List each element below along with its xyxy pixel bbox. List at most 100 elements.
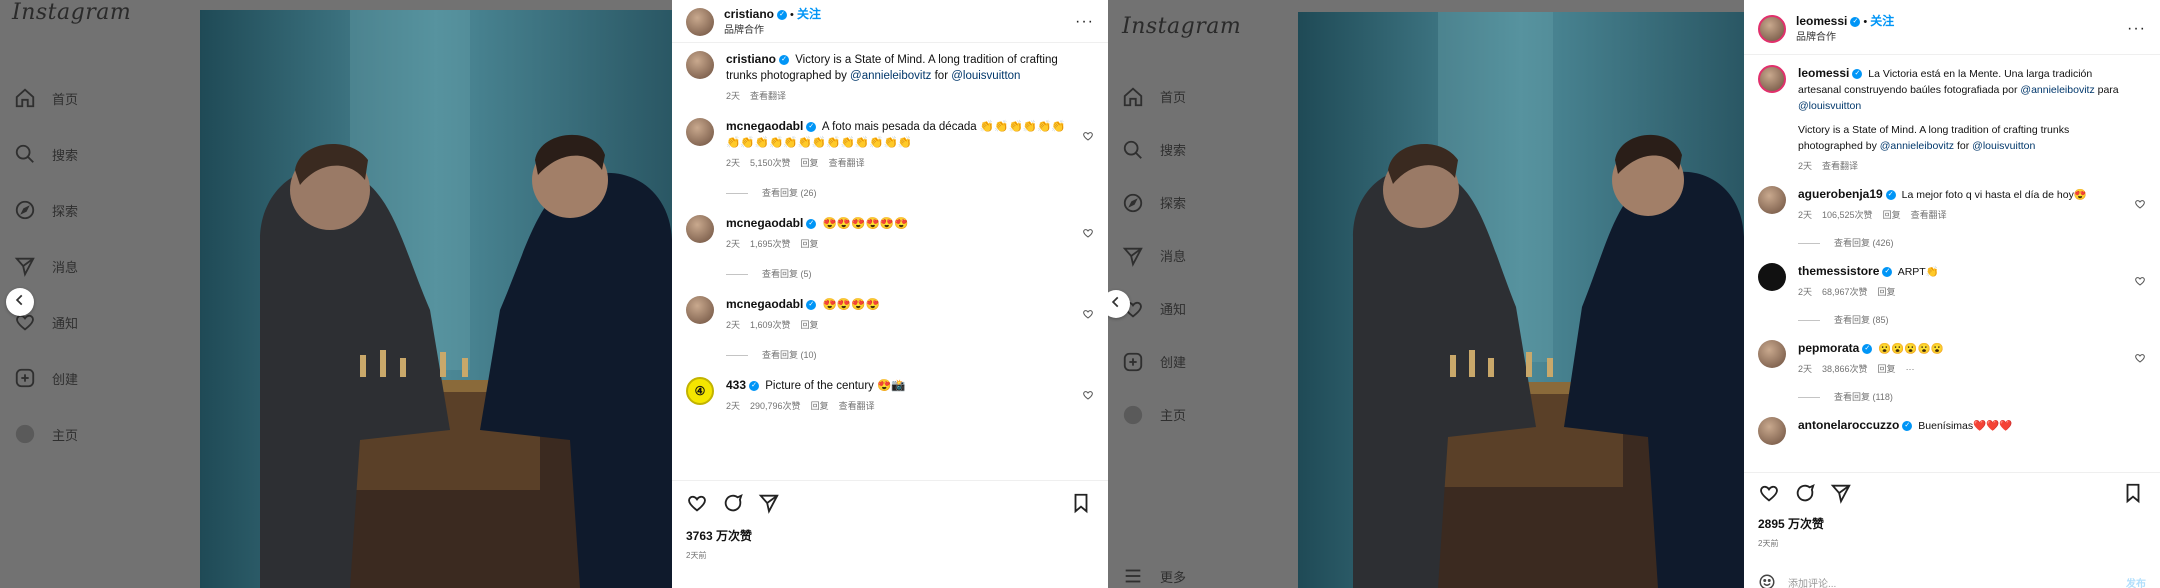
comment-icon[interactable]	[722, 492, 746, 516]
view-replies-button[interactable]: 查看回复 (5)	[726, 266, 1072, 282]
reply-link[interactable]: 回复	[801, 239, 819, 249]
avatar[interactable]	[686, 51, 714, 79]
like-count[interactable]: 3763 万次赞	[686, 527, 1094, 544]
instagram-logo[interactable]: Instagram	[1122, 14, 1241, 39]
comment-username[interactable]: pepmorata	[1798, 341, 1859, 355]
mention-link[interactable]: @annieleibovitz	[2020, 84, 2094, 96]
avatar[interactable]	[686, 118, 714, 146]
reply-link[interactable]: 回复	[1883, 210, 1901, 220]
mention-link[interactable]: @louisvuitton	[951, 70, 1020, 82]
verified-badge-icon: ✓	[749, 380, 760, 391]
post-image[interactable]	[1298, 12, 1744, 588]
post-date: 2天前	[686, 551, 707, 560]
mention-link[interactable]: @louisvuitton	[1972, 140, 2035, 152]
share-icon[interactable]	[1830, 482, 1854, 506]
comment-username[interactable]: mcnegaodabl	[726, 297, 803, 311]
emoji-icon[interactable]	[1758, 573, 1776, 588]
sidebar-item-home[interactable]: 首页	[1122, 70, 1186, 123]
comment-like-icon[interactable]	[2134, 198, 2146, 210]
bookmark-icon[interactable]	[1070, 492, 1094, 516]
caption-username[interactable]: leomessi	[1798, 66, 1849, 80]
comment-username[interactable]: aguerobenja19	[1798, 187, 1883, 201]
sidebar-item-search[interactable]: 搜索	[1122, 123, 1186, 176]
comment: ④ 433 ✓ Picture of the century 😍📸 2天 290,7…	[686, 377, 1094, 414]
comment-username[interactable]: mcnegaodabl	[726, 216, 803, 230]
like-icon[interactable]	[1758, 482, 1782, 506]
reply-link[interactable]: 回复	[811, 401, 829, 411]
view-replies-button[interactable]: 查看回复 (26)	[726, 185, 1072, 201]
comment-icon[interactable]	[1794, 482, 1818, 506]
sidebar-item-home[interactable]: 首页	[14, 70, 78, 126]
avatar[interactable]	[1758, 417, 1786, 445]
see-translation-link[interactable]: 查看翻译	[750, 91, 786, 101]
comment-username[interactable]: themessistore	[1798, 264, 1879, 278]
sidebar-item-create[interactable]: 创建	[14, 350, 78, 406]
more-options-icon[interactable]: ···	[1906, 364, 1915, 374]
mention-link[interactable]: @louisvuitton	[1798, 100, 1861, 112]
sidebar-item-profile[interactable]: 主页	[14, 406, 78, 462]
add-comment-bar: 添加评论... 发布	[1758, 573, 2146, 588]
instagram-logo[interactable]: Instagram	[12, 0, 131, 25]
avatar[interactable]	[1758, 186, 1786, 214]
comment-like-icon[interactable]	[2134, 275, 2146, 287]
avatar[interactable]	[686, 215, 714, 243]
see-translation-link[interactable]: 查看翻译	[1911, 210, 1947, 220]
comment-username[interactable]: antonelaroccuzzo	[1798, 418, 1899, 432]
share-icon[interactable]	[758, 492, 782, 516]
sidebar-item-messages[interactable]: 消息	[14, 238, 78, 294]
follow-button[interactable]: 关注	[797, 7, 821, 21]
avatar[interactable]	[1758, 65, 1786, 93]
see-translation-link[interactable]: 查看翻译	[1822, 161, 1858, 171]
comments-list: cristiano ✓ Victory is a State of Mind. A…	[672, 43, 1108, 436]
sidebar-item-messages[interactable]: 消息	[1122, 229, 1186, 282]
avatar[interactable]	[686, 296, 714, 324]
comment-like-icon[interactable]	[1082, 130, 1094, 142]
sidebar-item-label: 创建	[1160, 355, 1187, 370]
post-image[interactable]	[200, 10, 672, 588]
view-replies-button[interactable]: 查看回复 (118)	[1798, 389, 2124, 405]
comment-username[interactable]: mcnegaodabl	[726, 119, 803, 133]
post-username[interactable]: cristiano	[724, 7, 774, 21]
sidebar-item-explore[interactable]: 探索	[14, 182, 78, 238]
avatar[interactable]: ④	[686, 377, 714, 405]
avatar[interactable]	[1758, 340, 1786, 368]
reply-link[interactable]: 回复	[1878, 364, 1896, 374]
more-options-icon[interactable]: ···	[2127, 20, 2146, 38]
caption-username[interactable]: cristiano	[726, 52, 776, 66]
comment-username[interactable]: 433	[726, 378, 746, 392]
see-translation-link[interactable]: 查看翻译	[829, 158, 865, 168]
sidebar-item-more[interactable]: 更多	[1122, 565, 1186, 587]
comment-like-icon[interactable]	[2134, 352, 2146, 364]
see-translation-link[interactable]: 查看翻译	[839, 401, 875, 411]
reply-link[interactable]: 回复	[1878, 287, 1896, 297]
home-icon	[1122, 86, 1144, 108]
post-username[interactable]: leomessi	[1796, 14, 1847, 28]
comment-like-icon[interactable]	[1082, 227, 1094, 239]
bookmark-icon[interactable]	[2122, 482, 2146, 506]
post-actions: 2895 万次赞 2天前 添加评论... 发布	[1744, 472, 2160, 588]
avatar[interactable]	[1758, 263, 1786, 291]
view-replies-button[interactable]: 查看回复 (85)	[1798, 312, 2124, 328]
sidebar-item-profile[interactable]: 主页	[1122, 388, 1186, 441]
sidebar-item-explore[interactable]: 探索	[1122, 176, 1186, 229]
reply-link[interactable]: 回复	[801, 320, 819, 330]
view-replies-button[interactable]: 查看回复 (426)	[1798, 235, 2124, 251]
comment-like-icon[interactable]	[1082, 389, 1094, 401]
like-count[interactable]: 2895 万次赞	[1758, 515, 2146, 532]
view-replies-button[interactable]: 查看回复 (10)	[726, 347, 1072, 363]
comment-input[interactable]: 添加评论...	[1788, 575, 1836, 588]
sidebar-item-search[interactable]: 搜索	[14, 126, 78, 182]
sidebar-item-notifications[interactable]: 通知	[1122, 282, 1186, 335]
mention-link[interactable]: @annieleibovitz	[850, 70, 931, 82]
avatar[interactable]	[1758, 15, 1786, 43]
comment-like-icon[interactable]	[1082, 308, 1094, 320]
sidebar-item-create[interactable]: 创建	[1122, 335, 1186, 388]
avatar[interactable]	[686, 8, 714, 36]
previous-post-button[interactable]	[6, 288, 34, 316]
reply-link[interactable]: 回复	[801, 158, 819, 168]
post-comment-button[interactable]: 发布	[2126, 575, 2146, 588]
like-icon[interactable]	[686, 492, 710, 516]
mention-link[interactable]: @annieleibovitz	[1880, 140, 1954, 152]
more-options-icon[interactable]: ···	[1075, 13, 1094, 31]
follow-button[interactable]: 关注	[1870, 14, 1894, 28]
